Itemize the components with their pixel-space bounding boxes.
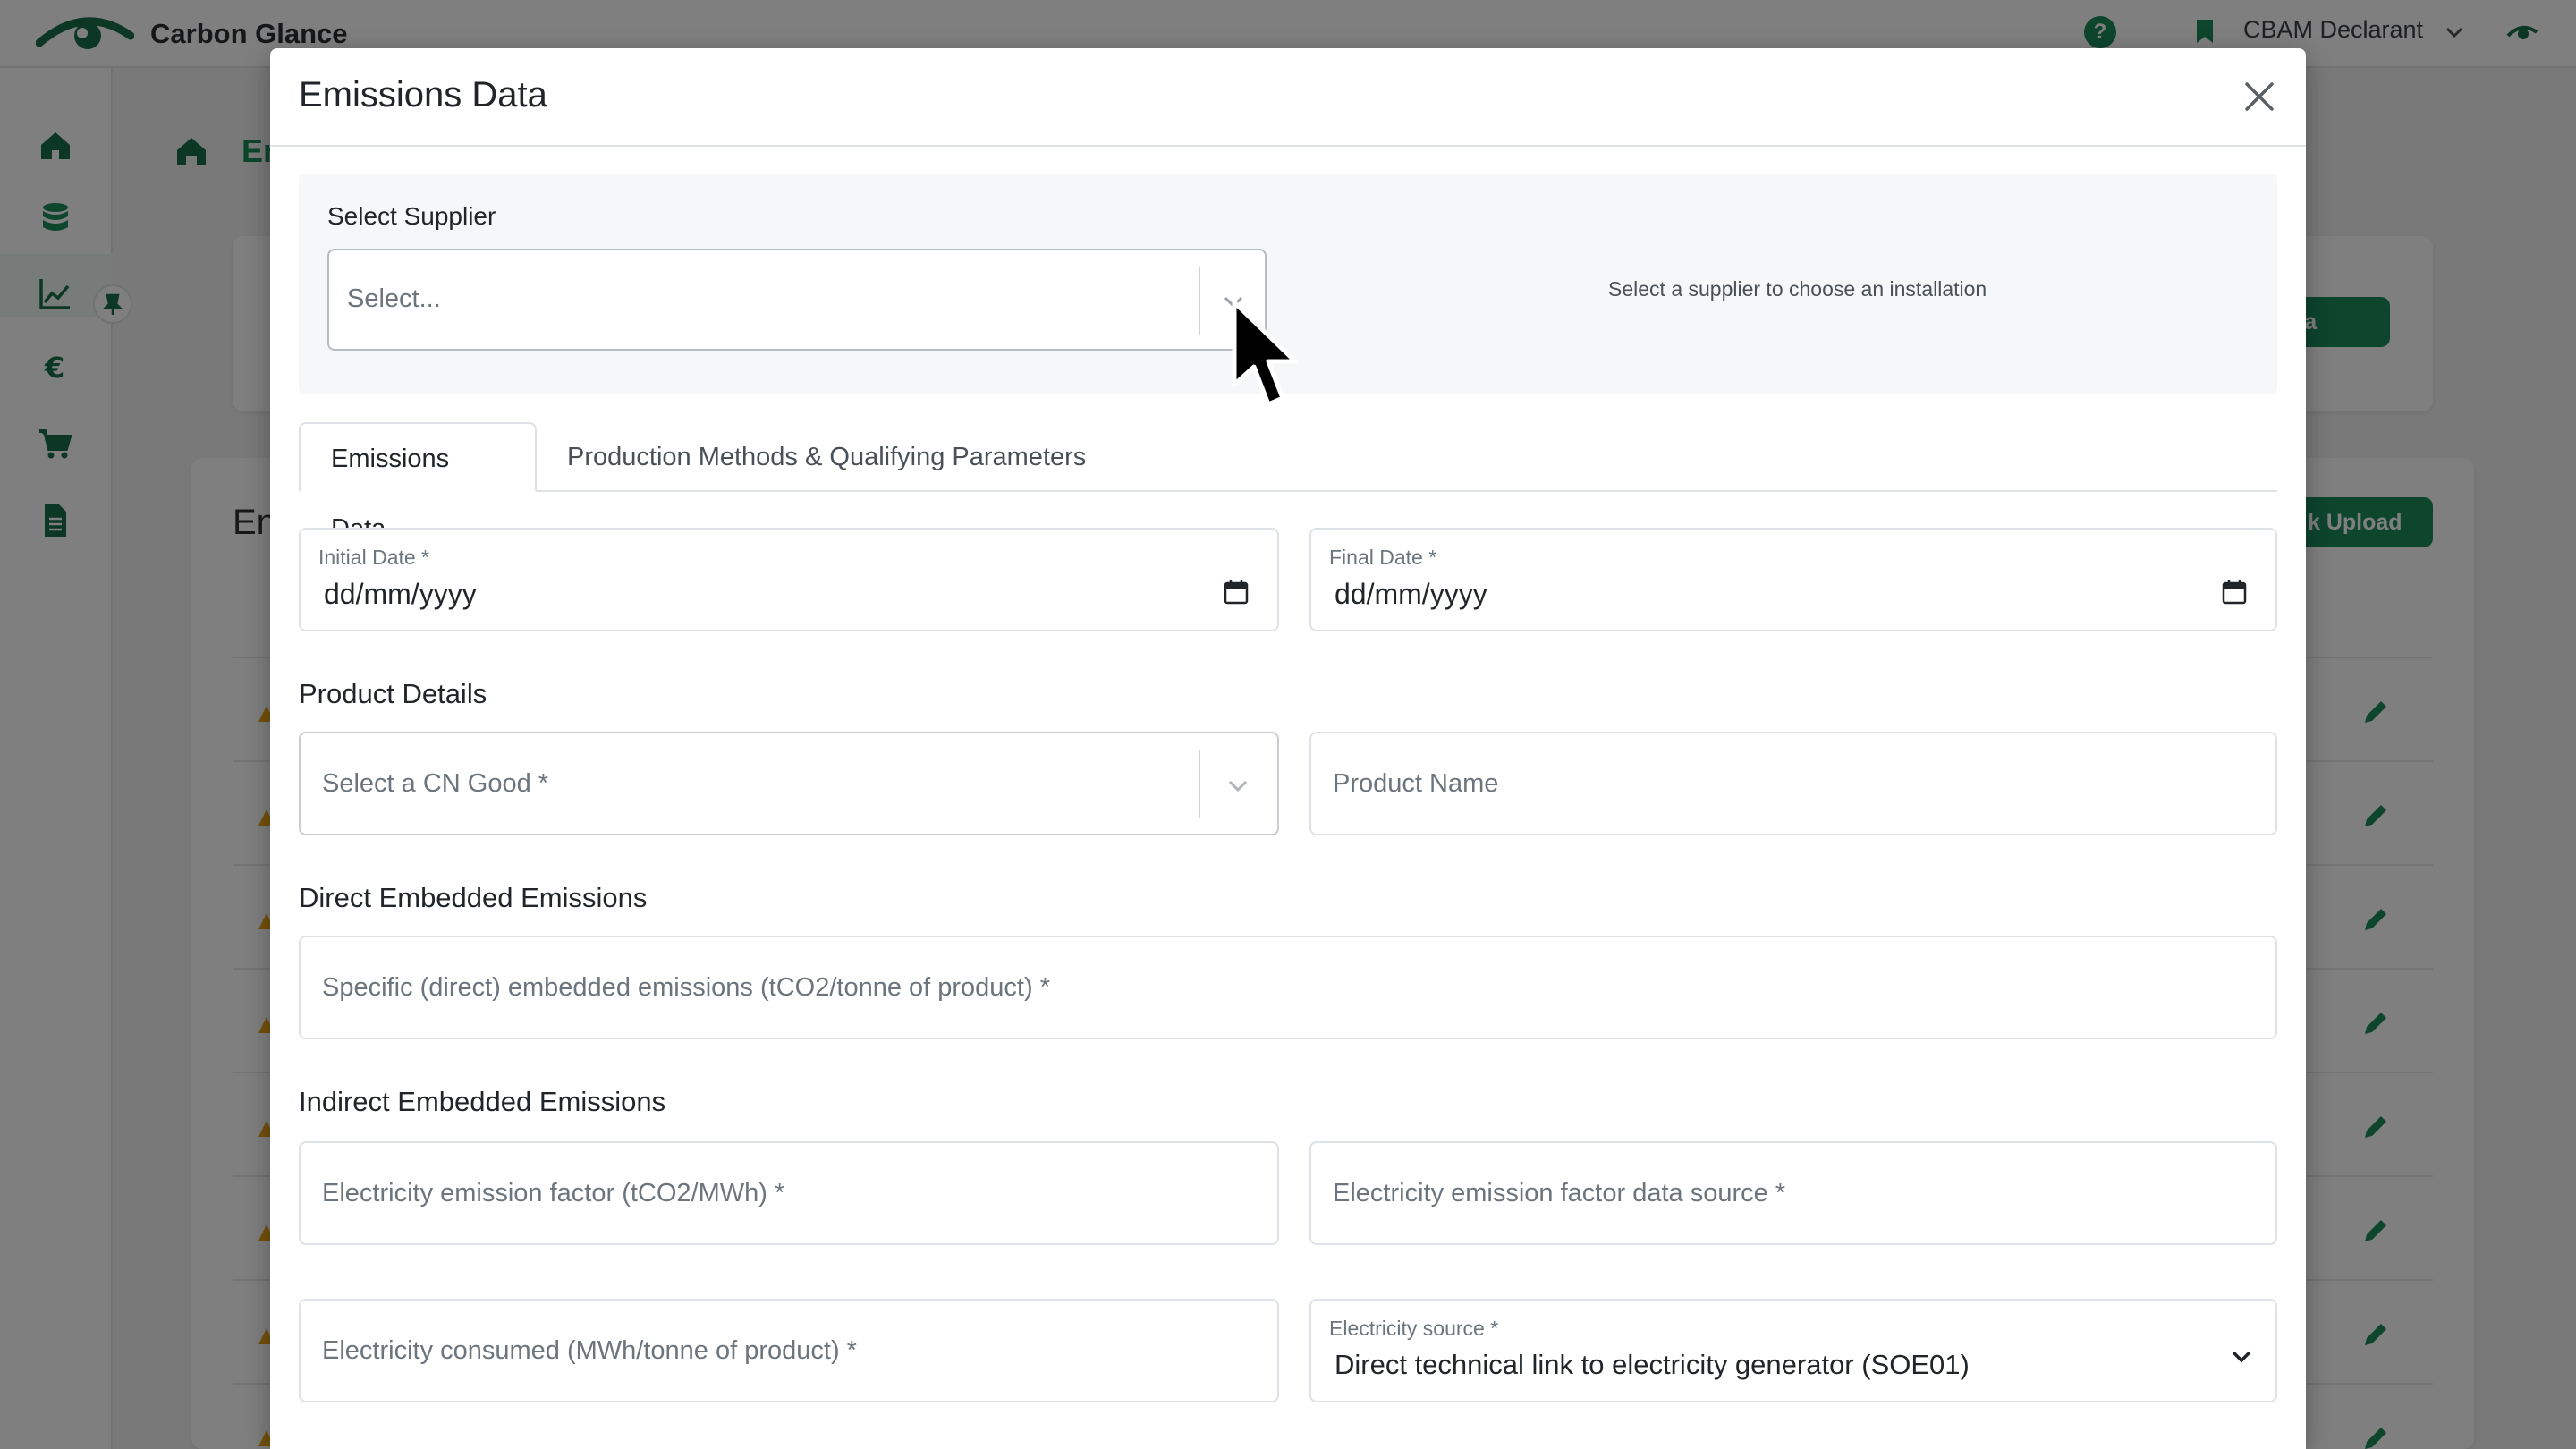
initial-date-input[interactable]: Initial Date * dd/mm/yyyy [299, 528, 1279, 631]
electricity-source-value: Direct technical link to electricity gen… [1335, 1349, 1970, 1380]
initial-date-value: dd/mm/yyyy [324, 578, 477, 610]
modal-title: Emissions Data [299, 75, 547, 114]
tab-production-methods[interactable]: Production Methods & Qualifying Paramete… [537, 422, 1116, 492]
specific-direct-emissions-input[interactable]: Specific (direct) embedded emissions (tC… [299, 936, 2277, 1039]
emission-factor-source-placeholder: Electricity emission factor data source … [1333, 1179, 1786, 1208]
direct-emissions-heading: Direct Embedded Emissions [299, 882, 648, 913]
cn-good-select[interactable]: Select a CN Good * [299, 732, 1279, 835]
initial-date-label: Initial Date * [318, 546, 430, 569]
electricity-source-label: Electricity source * [1329, 1317, 1499, 1340]
specific-direct-emissions-placeholder: Specific (direct) embedded emissions (tC… [322, 973, 1050, 1002]
tab-emissions-data[interactable]: Emissions Data [299, 422, 537, 543]
cn-good-placeholder: Select a CN Good * [322, 769, 549, 798]
calendar-icon[interactable] [2220, 578, 2249, 606]
chevron-down-icon[interactable] [2225, 1340, 2258, 1372]
electricity-consumed-placeholder: Electricity consumed (MWh/tonne of produ… [322, 1336, 857, 1365]
close-icon[interactable] [2240, 77, 2279, 116]
indirect-emissions-heading: Indirect Embedded Emissions [299, 1086, 666, 1117]
calendar-icon[interactable] [1222, 578, 1250, 606]
emission-factor-source-input[interactable]: Electricity emission factor data source … [1309, 1141, 2277, 1245]
emissions-data-modal: Emissions Data Select Supplier Select...… [270, 48, 2306, 1449]
select-divider [1199, 267, 1200, 335]
supplier-label: Select Supplier [327, 202, 496, 230]
supplier-hint: Select a supplier to choose an installat… [1608, 277, 1987, 301]
product-details-heading: Product Details [299, 678, 487, 709]
electricity-source-select[interactable]: Electricity source * Direct technical li… [1309, 1299, 2277, 1402]
supplier-select[interactable]: Select... [327, 249, 1267, 351]
electricity-emission-factor-placeholder: Electricity emission factor (tCO2/MWh) * [322, 1179, 785, 1208]
electricity-emission-factor-input[interactable]: Electricity emission factor (tCO2/MWh) * [299, 1141, 1279, 1245]
chevron-down-icon[interactable] [1222, 769, 1254, 801]
modal-header: Emissions Data [270, 48, 2306, 147]
final-date-label: Final Date * [1329, 546, 1437, 569]
final-date-input[interactable]: Final Date * dd/mm/yyyy [1309, 528, 2277, 631]
product-name-placeholder: Product Name [1333, 769, 1499, 798]
supplier-placeholder: Select... [347, 284, 441, 313]
final-date-value: dd/mm/yyyy [1335, 578, 1487, 610]
select-divider [1199, 750, 1200, 818]
product-name-input[interactable]: Product Name [1309, 732, 2277, 835]
electricity-consumed-input[interactable]: Electricity consumed (MWh/tonne of produ… [299, 1299, 1279, 1402]
mouse-cursor [1232, 300, 1298, 407]
